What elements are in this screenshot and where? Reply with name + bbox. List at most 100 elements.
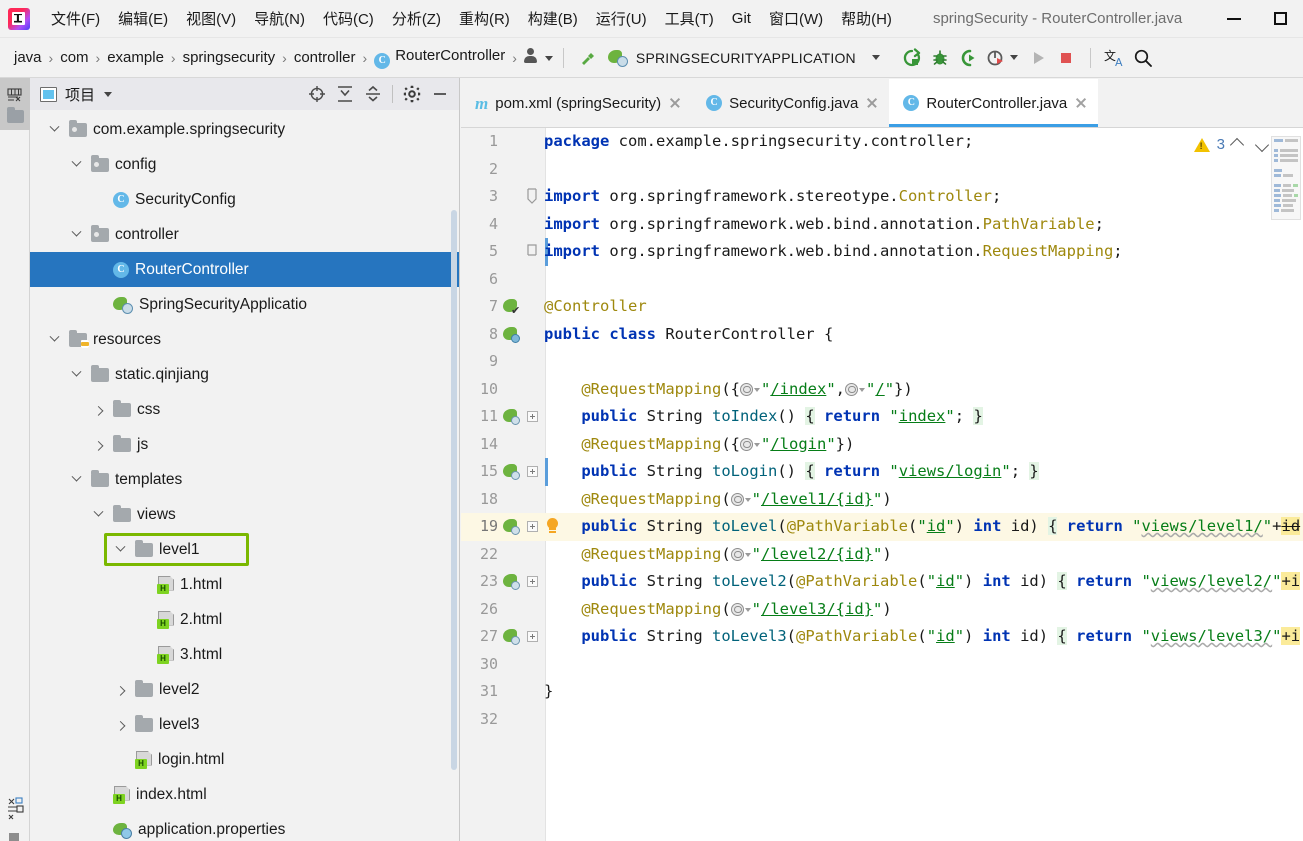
menu-analyze[interactable]: 分析(Z): [383, 4, 450, 33]
tree-node-css[interactable]: css: [30, 392, 459, 427]
tree-node-level3[interactable]: level3: [30, 707, 459, 742]
tree-twisty-open-icon[interactable]: [66, 470, 86, 490]
project-settings-button[interactable]: [399, 81, 425, 107]
tree-node-springsecurityapplicatio[interactable]: SpringSecurityApplicatio: [30, 287, 459, 322]
code-line[interactable]: 1 package com.example.springsecurity.cont…: [461, 128, 1303, 156]
tree-node-login-html[interactable]: login.html: [30, 742, 459, 777]
spring-url-mapping-gutter-icon[interactable]: [503, 408, 520, 425]
chevron-down-icon[interactable]: [744, 497, 751, 502]
tree-twisty-open-icon[interactable]: [66, 225, 86, 245]
chevron-down-icon[interactable]: [859, 387, 866, 392]
tab-securityconfig-java[interactable]: C SecurityConfig.java: [692, 79, 889, 127]
tree-node-routercontroller[interactable]: C RouterController: [30, 252, 459, 287]
previous-problem-button[interactable]: [1229, 137, 1245, 152]
tree-twisty-closed-icon[interactable]: [88, 435, 108, 455]
code-line[interactable]: 32: [461, 706, 1303, 734]
build-button[interactable]: [574, 44, 602, 72]
tree-node-1-html[interactable]: 1.html: [30, 567, 459, 602]
code-line[interactable]: 3 import org.springframework.stereotype.C…: [461, 183, 1303, 211]
chevron-down-icon[interactable]: [744, 552, 751, 557]
spring-url-mapping-gutter-icon[interactable]: [503, 518, 520, 535]
code-line[interactable]: 31}: [461, 678, 1303, 706]
tree-twisty-closed-icon[interactable]: [110, 715, 130, 735]
code-line[interactable]: 19 public String toLevel(@PathVariable("…: [461, 513, 1303, 541]
menu-build[interactable]: 构建(B): [519, 4, 587, 33]
menu-navigate[interactable]: 导航(N): [245, 4, 314, 33]
collapse-all-button[interactable]: [360, 81, 386, 107]
tree-node-config[interactable]: config: [30, 147, 459, 182]
tree-node-2-html[interactable]: 2.html: [30, 602, 459, 637]
code-line[interactable]: 18 @RequestMapping("/level1/{id}"): [461, 486, 1303, 514]
breadcrumb-java[interactable]: java: [14, 49, 42, 66]
spring-url-mapping-gutter-icon[interactable]: [503, 573, 520, 590]
select-opened-file-button[interactable]: [304, 81, 330, 107]
close-icon[interactable]: [1074, 96, 1088, 110]
next-problem-button[interactable]: [1254, 137, 1270, 152]
strip-tab-project[interactable]: [0, 78, 30, 130]
tree-twisty-open-icon[interactable]: [44, 330, 64, 350]
code-line[interactable]: 5 import org.springframework.web.bind.ann…: [461, 238, 1303, 266]
tree-twisty-open-icon[interactable]: [66, 155, 86, 175]
fold-expand-icon[interactable]: [527, 466, 538, 477]
tree-twisty-closed-icon[interactable]: [110, 680, 130, 700]
tree-node-securityconfig[interactable]: C SecurityConfig: [30, 182, 459, 217]
strip-tab-structure[interactable]: [0, 785, 30, 835]
tab-pom-xml[interactable]: m pom.xml (springSecurity): [461, 79, 692, 127]
spring-url-mapping-gutter-icon[interactable]: [503, 463, 520, 480]
code-line[interactable]: 6: [461, 266, 1303, 294]
menu-tools[interactable]: 工具(T): [656, 4, 723, 33]
run-configuration-selector[interactable]: SPRINGSECURITYAPPLICATION: [602, 47, 886, 69]
code-line[interactable]: 10 @RequestMapping({"/index", "/"}): [461, 376, 1303, 404]
chevron-down-icon[interactable]: [753, 442, 760, 447]
code-line[interactable]: 27 public String toLevel3(@PathVariable(…: [461, 623, 1303, 651]
chevron-down-icon[interactable]: [104, 91, 113, 97]
spring-bean-gutter-icon[interactable]: [503, 326, 520, 343]
breadcrumb-routercontroller[interactable]: C RouterController: [374, 47, 505, 69]
menu-view[interactable]: 视图(V): [177, 4, 245, 33]
tree-node-views[interactable]: views: [30, 497, 459, 532]
run-button[interactable]: [1024, 44, 1052, 72]
tree-node-level1[interactable]: level1: [30, 532, 459, 567]
debug-button[interactable]: [926, 44, 954, 72]
menu-file[interactable]: 文件(F): [42, 4, 109, 33]
tree-node-index-html[interactable]: index.html: [30, 777, 459, 812]
breadcrumb-com[interactable]: com: [60, 49, 88, 66]
code-line[interactable]: 23 public String toLevel2(@PathVariable(…: [461, 568, 1303, 596]
menu-code[interactable]: 代码(C): [314, 4, 383, 33]
url-mapping-icon[interactable]: [730, 492, 744, 506]
profiler-button[interactable]: [982, 44, 1010, 72]
close-icon[interactable]: [668, 96, 682, 110]
menu-run[interactable]: 运行(U): [587, 4, 656, 33]
code-line[interactable]: 22 @RequestMapping("/level2/{id}"): [461, 541, 1303, 569]
url-mapping-icon[interactable]: [730, 547, 744, 561]
menu-git[interactable]: Git: [723, 6, 760, 31]
chevron-down-icon[interactable]: [744, 607, 751, 612]
tree-twisty-open-icon[interactable]: [110, 540, 130, 560]
spring-bean-gutter-icon[interactable]: ✔: [503, 298, 520, 316]
spring-url-mapping-gutter-icon[interactable]: [503, 628, 520, 645]
chevron-down-icon[interactable]: [1009, 55, 1018, 60]
fold-expand-icon[interactable]: [527, 631, 538, 642]
rerun-button[interactable]: [898, 44, 926, 72]
url-mapping-icon[interactable]: [739, 437, 753, 451]
tree-node-js[interactable]: js: [30, 427, 459, 462]
tree-node-resources[interactable]: resources: [30, 322, 459, 357]
fold-expand-icon[interactable]: [527, 411, 538, 422]
expand-all-button[interactable]: [332, 81, 358, 107]
tree-twisty-open-icon[interactable]: [66, 365, 86, 385]
breadcrumb-springsecurity[interactable]: springsecurity: [183, 49, 276, 66]
maximize-button[interactable]: [1257, 0, 1303, 38]
breadcrumb-member-dropdown[interactable]: [523, 48, 553, 67]
code-line[interactable]: 7 ✔ @Controller: [461, 293, 1303, 321]
close-icon[interactable]: [865, 96, 879, 110]
code-editor[interactable]: 1 package com.example.springsecurity.cont…: [461, 128, 1303, 841]
translate-button[interactable]: 文A: [1101, 44, 1129, 72]
hide-panel-button[interactable]: [427, 81, 453, 107]
code-line[interactable]: 8 public class RouterController {: [461, 321, 1303, 349]
url-mapping-icon[interactable]: [730, 602, 744, 616]
url-mapping-icon[interactable]: [845, 382, 859, 396]
menu-help[interactable]: 帮助(H): [832, 4, 901, 33]
fold-expand-icon[interactable]: [527, 576, 538, 587]
minimize-button[interactable]: [1211, 0, 1257, 38]
menu-window[interactable]: 窗口(W): [760, 4, 832, 33]
